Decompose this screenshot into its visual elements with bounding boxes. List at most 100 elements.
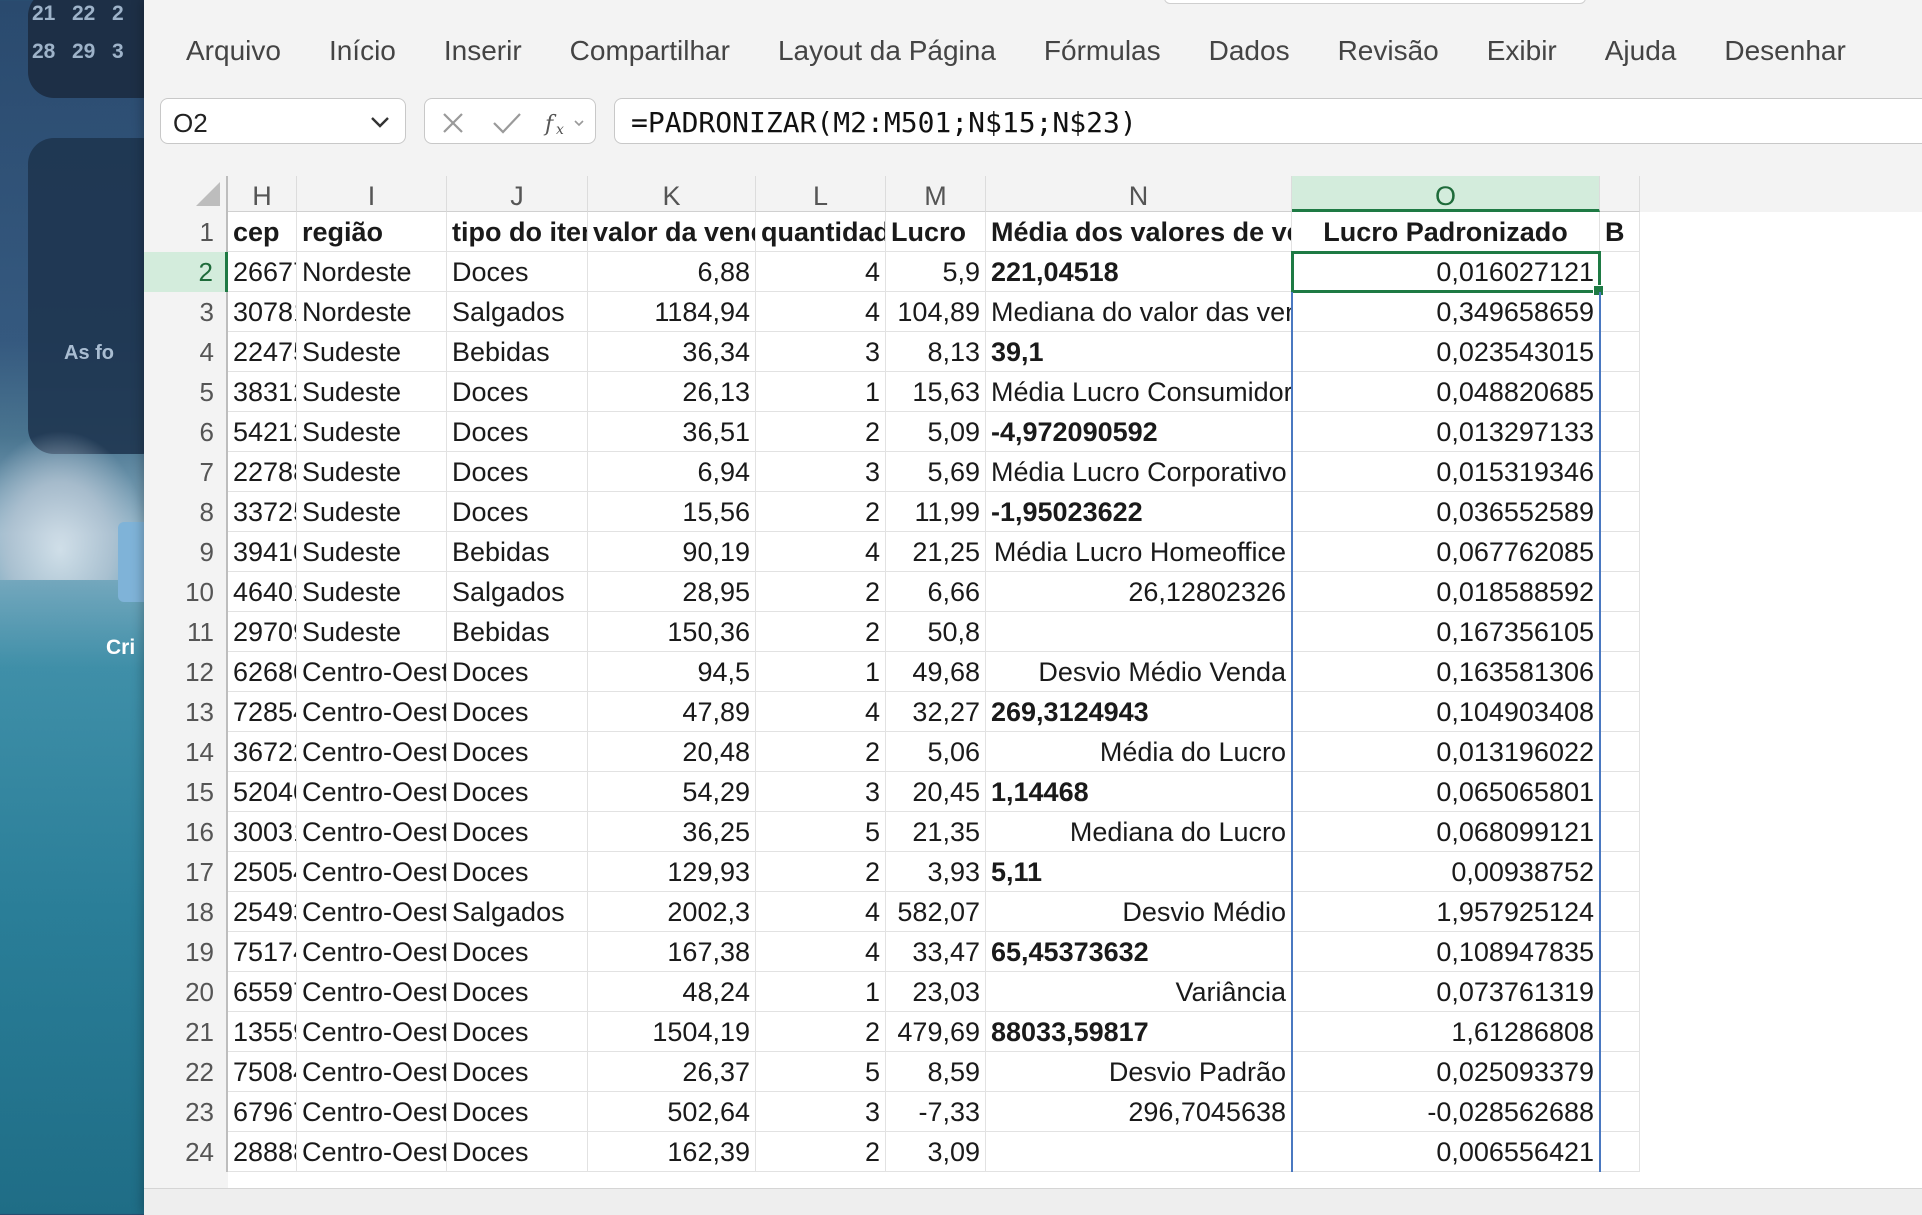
tab-desenhar[interactable]: Desenhar [1700,35,1869,67]
cell-valor-da-venda[interactable]: 94,5 [588,652,756,692]
cell-tipo-do-item[interactable]: Doces [447,492,588,532]
cell-valor-da-venda[interactable]: 28,95 [588,572,756,612]
cell-partial-next-column[interactable] [1600,652,1640,692]
cell-quantidade[interactable]: 4 [756,292,886,332]
cell-regiao[interactable]: Centro-Oeste [297,932,447,972]
cell-medida-estatistica[interactable]: Média Lucro Consumidor [986,372,1292,412]
column-header-l[interactable]: L [756,176,886,212]
cell-regiao[interactable]: Nordeste [297,252,447,292]
cell-tipo-do-item[interactable]: Doces [447,812,588,852]
cell-lucro-padronizado[interactable]: 0,006556421 [1292,1132,1600,1172]
cell-lucro[interactable]: 21,25 [886,532,986,572]
cell-medida-estatistica[interactable]: Média Lucro Corporativo [986,452,1292,492]
header-cell-partial[interactable]: B [1600,212,1640,252]
cell-regiao[interactable]: Centro-Oeste [297,652,447,692]
column-header-o[interactable]: O [1292,176,1600,212]
cell-medida-estatistica[interactable]: 269,3124943 [986,692,1292,732]
cell-lucro[interactable]: 15,63 [886,372,986,412]
cell-tipo-do-item[interactable]: Salgados [447,892,588,932]
row-header-6[interactable]: 6 [144,412,228,452]
cell-medida-estatistica[interactable]: -1,95023622 [986,492,1292,532]
cell-partial-next-column[interactable] [1600,412,1640,452]
column-header-m[interactable]: M [886,176,986,212]
cell-tipo-do-item[interactable]: Doces [447,372,588,412]
search-field-edge[interactable] [1164,0,1586,4]
cell-partial-next-column[interactable] [1600,452,1640,492]
cell-partial-next-column[interactable] [1600,492,1640,532]
tab-compartilhar[interactable]: Compartilhar [546,35,754,67]
cell-partial-next-column[interactable] [1600,612,1640,652]
cell-lucro-padronizado[interactable]: 0,023543015 [1292,332,1600,372]
cell-tipo-do-item[interactable]: Salgados [447,292,588,332]
cell-lucro-padronizado[interactable]: 0,018588592 [1292,572,1600,612]
cell-quantidade[interactable]: 5 [756,1052,886,1092]
cell-quantidade[interactable]: 2 [756,1012,886,1052]
cell-tipo-do-item[interactable]: Doces [447,972,588,1012]
header-cell-lucro-padronizado[interactable]: Lucro Padronizado [1292,212,1600,252]
cell-quantidade[interactable]: 2 [756,412,886,452]
cell-valor-da-venda[interactable]: 36,34 [588,332,756,372]
cell-lucro[interactable]: 8,13 [886,332,986,372]
cell-medida-estatistica[interactable]: -4,972090592 [986,412,1292,452]
cell-quantidade[interactable]: 2 [756,852,886,892]
cell-lucro[interactable]: -7,33 [886,1092,986,1132]
cell-cep[interactable]: 38312 [228,372,297,412]
cell-lucro-padronizado[interactable]: 0,013196022 [1292,732,1600,772]
row-header-14[interactable]: 14 [144,732,228,772]
cell-cep[interactable]: 75084 [228,1052,297,1092]
header-cell-lucro[interactable]: Lucro [886,212,986,252]
header-cell-valor-da-venda[interactable]: valor da venda [588,212,756,252]
tab-layout-da-pagina[interactable]: Layout da Página [754,35,1020,67]
cell-valor-da-venda[interactable]: 20,48 [588,732,756,772]
cell-lucro-padronizado[interactable]: 0,048820685 [1292,372,1600,412]
cell-lucro[interactable]: 33,47 [886,932,986,972]
cell-cep[interactable]: 75174 [228,932,297,972]
row-header-9[interactable]: 9 [144,532,228,572]
cell-partial-next-column[interactable] [1600,732,1640,772]
cell-cep[interactable]: 30031 [228,812,297,852]
cell-partial-next-column[interactable] [1600,292,1640,332]
row-header-3[interactable]: 3 [144,292,228,332]
cell-lucro-padronizado[interactable]: -0,028562688 [1292,1092,1600,1132]
row-header-1[interactable]: 1 [144,212,228,252]
cell-lucro[interactable]: 104,89 [886,292,986,332]
cell-lucro-padronizado[interactable]: 0,015319346 [1292,452,1600,492]
cell-lucro[interactable]: 582,07 [886,892,986,932]
cell-valor-da-venda[interactable]: 129,93 [588,852,756,892]
cell-cep[interactable]: 72854 [228,692,297,732]
cell-lucro[interactable]: 5,9 [886,252,986,292]
cell-regiao[interactable]: Centro-Oeste [297,972,447,1012]
cell-valor-da-venda[interactable]: 26,13 [588,372,756,412]
row-header-18[interactable]: 18 [144,892,228,932]
cell-cep[interactable]: 33725 [228,492,297,532]
cell-cep[interactable]: 25493 [228,892,297,932]
check-icon[interactable] [491,109,523,142]
cell-quantidade[interactable]: 4 [756,252,886,292]
row-header-21[interactable]: 21 [144,1012,228,1052]
cell-valor-da-venda[interactable]: 2002,3 [588,892,756,932]
cell-valor-da-venda[interactable]: 1504,19 [588,1012,756,1052]
cell-quantidade[interactable]: 4 [756,932,886,972]
cell-partial-next-column[interactable] [1600,332,1640,372]
cell-regiao[interactable]: Nordeste [297,292,447,332]
row-header-20[interactable]: 20 [144,972,228,1012]
cell-tipo-do-item[interactable]: Bebidas [447,332,588,372]
row-header-4[interactable]: 4 [144,332,228,372]
cell-quantidade[interactable]: 3 [756,452,886,492]
cell-quantidade[interactable]: 2 [756,732,886,772]
fx-icon[interactable]: fx [543,109,589,142]
cell-regiao[interactable]: Sudeste [297,372,447,412]
cell-cep[interactable]: 67967 [228,1092,297,1132]
cell-valor-da-venda[interactable]: 150,36 [588,612,756,652]
cell-cep[interactable]: 22788 [228,452,297,492]
cell-medida-estatistica[interactable]: 65,45373632 [986,932,1292,972]
row-header-10[interactable]: 10 [144,572,228,612]
cell-cep[interactable]: 13559 [228,1012,297,1052]
cell-regiao[interactable]: Sudeste [297,612,447,652]
cell-medida-estatistica[interactable]: 88033,59817 [986,1012,1292,1052]
cell-medida-estatistica[interactable]: Desvio Médio [986,892,1292,932]
header-cell-regiao[interactable]: região [297,212,447,252]
cell-lucro-padronizado[interactable]: 0,104903408 [1292,692,1600,732]
cell-valor-da-venda[interactable]: 6,88 [588,252,756,292]
tab-inserir[interactable]: Inserir [420,35,546,67]
